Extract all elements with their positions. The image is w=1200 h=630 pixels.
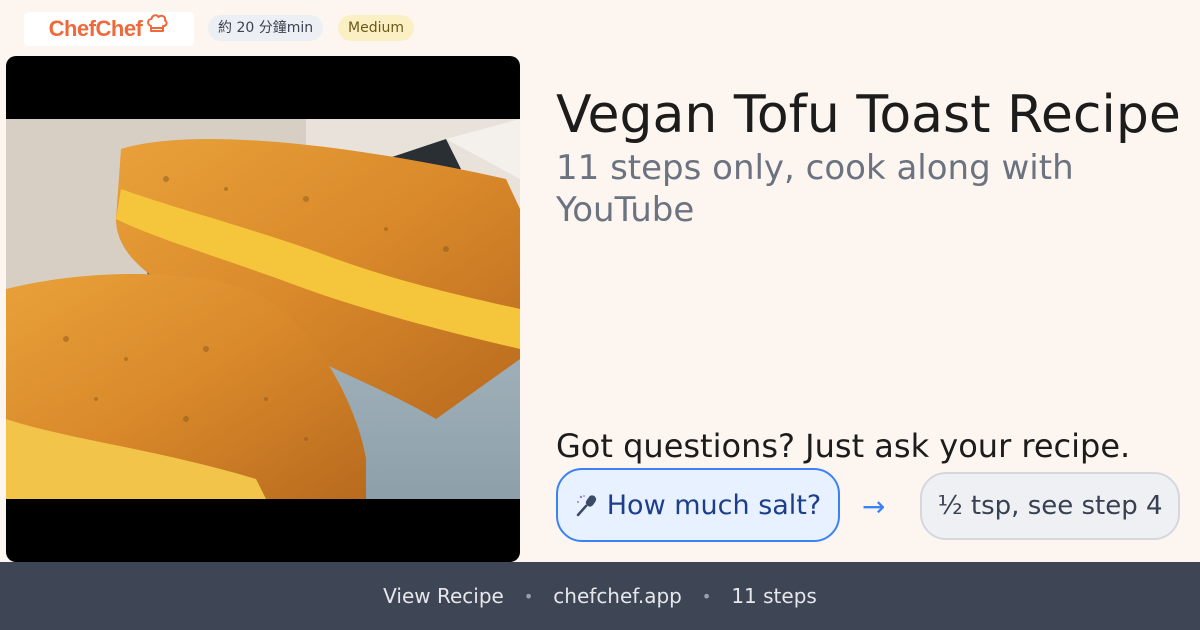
difficulty-badge: Medium <box>338 15 414 41</box>
footer-bar: View Recipe • chefchef.app • 11 steps <box>0 562 1200 630</box>
footer-separator: • <box>701 586 712 606</box>
tofu-toast-photo <box>6 119 520 499</box>
answer-bubble: ½ tsp, see step 4 <box>920 472 1180 540</box>
chef-hat-icon <box>147 14 168 32</box>
footer-separator: • <box>523 586 534 606</box>
qa-heading: Got questions? Just ask your recipe. <box>556 427 1131 465</box>
steps-count: 11 steps <box>731 584 817 608</box>
recipe-subtitle: 11 steps only, cook along with YouTube <box>556 148 1074 230</box>
answer-text: ½ tsp, see step 4 <box>937 491 1163 521</box>
arrow-right-icon: → <box>862 490 886 523</box>
view-recipe-link[interactable]: View Recipe <box>383 584 504 608</box>
site-link[interactable]: chefchef.app <box>553 584 682 608</box>
recipe-title: Vegan Tofu Toast Recipe <box>556 85 1181 145</box>
recipe-photo[interactable] <box>6 56 520 562</box>
brand-logo[interactable]: ChefChef <box>24 12 194 46</box>
microphone-icon <box>576 495 596 517</box>
brand-name: ChefChef <box>48 16 143 41</box>
question-text: How much salt? <box>606 489 822 521</box>
question-bubble[interactable]: How much salt? <box>556 468 840 542</box>
cook-time-badge: 約 20 分鐘min <box>208 15 324 41</box>
